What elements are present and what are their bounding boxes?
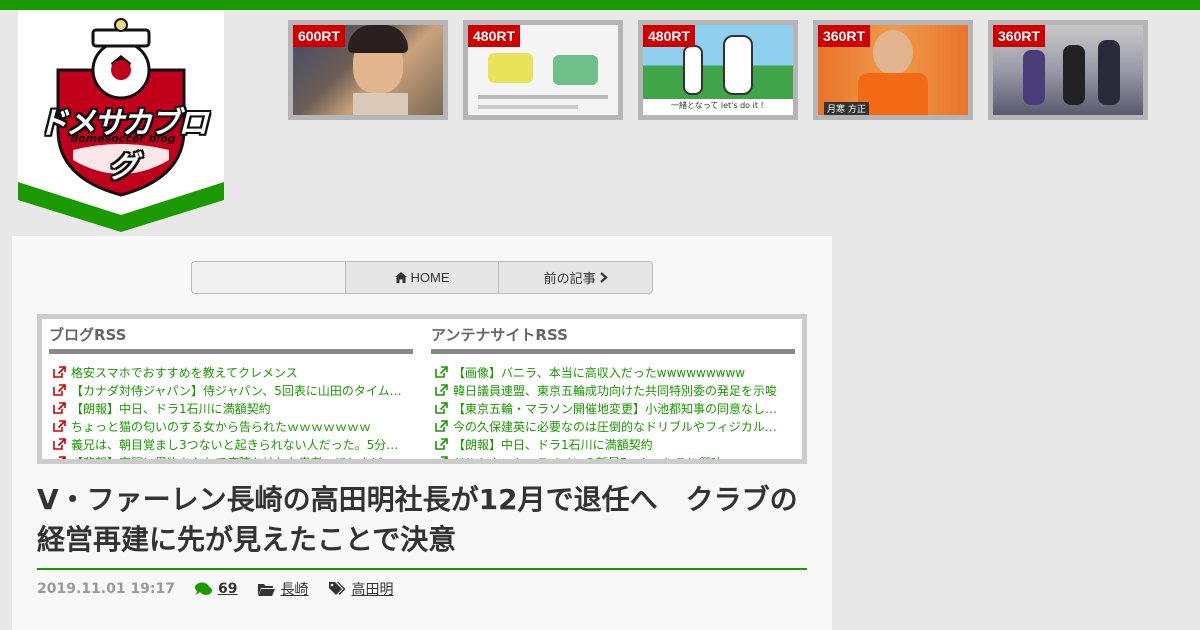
article-title: V・ファーレン長崎の高田明社長が12月で退任へ クラブの経営再建に先が見えたこと… <box>37 480 807 570</box>
rss-list-item[interactable]: 格安スマホでおすすめを教えてクレメンス <box>49 363 413 381</box>
rss-list-item[interactable]: 【画像】バニラ、本当に高収入だったwwwwwwwww <box>431 363 795 381</box>
chevron-right-icon <box>599 272 608 283</box>
rss-list-item[interactable]: 【カナダ対侍ジャパン】侍ジャパン、5回表に山田のタイム… <box>49 381 413 399</box>
antenna-rss-heading: アンテナサイトRSS <box>431 324 795 354</box>
external-link-icon <box>441 456 448 459</box>
external-link-icon <box>53 402 66 414</box>
thumbnail-2[interactable]: 480RT <box>463 20 623 120</box>
prev-article-button[interactable]: 前の記事 <box>499 262 652 293</box>
rss-list-item[interactable]: 【朗報】中日、ドラ1石川に満額契約 <box>49 399 413 417</box>
rss-item-title: 【朗報】中日、ドラ1石川に満額契約 <box>71 401 271 416</box>
external-link-icon <box>53 366 66 378</box>
rss-item-title: 【悲報】直腸に異物を入れて病院を訪れた患者、ほとんど… <box>71 455 395 464</box>
thumbnail-3[interactable]: 一緒となって let's do it ! 480RT <box>638 20 798 120</box>
antenna-rss-column: アンテナサイトRSS 【画像】バニラ、本当に高収入だったwwwwwwwww 韓日議… <box>431 324 795 464</box>
top-accent-bar <box>0 0 1200 10</box>
external-link-icon <box>53 420 66 432</box>
thumbnail-4[interactable]: 月寒 方正 360RT <box>813 20 973 120</box>
retweet-count-badge: 360RT <box>993 25 1046 47</box>
rss-list-item[interactable]: 【悲報】直腸に異物を入れて病院を訪れた患者、ほとんど… <box>49 453 413 464</box>
external-link-icon <box>435 366 448 378</box>
rss-item-title: 今の久保建英に必要なのは圧倒的なドリブルやフィジカル… <box>453 419 777 434</box>
rss-item-title: ドルトムント、スペインの新星F・トーレスに興味 <box>453 455 723 464</box>
rss-list-item[interactable]: ちょっと猫の匂いのする女から告られたｗｗｗｗｗｗｗ <box>49 417 413 435</box>
retweet-count-badge: 360RT <box>818 25 871 47</box>
site-logo[interactable]: ドメサカブログ domesoccer blog <box>18 10 224 232</box>
home-button[interactable]: HOME <box>345 262 500 293</box>
external-link-icon <box>53 384 66 396</box>
comment-count-link[interactable]: 69 <box>218 581 237 597</box>
external-link-icon <box>53 438 66 450</box>
external-link-icon <box>435 402 448 414</box>
rss-list-item[interactable]: ドルトムント、スペインの新星F・トーレスに興味 <box>431 453 795 464</box>
rss-item-title: 格安スマホでおすすめを教えてクレメンス <box>71 365 298 380</box>
rss-list-item[interactable]: 【朗報】中日、ドラ1石川に満額契約 <box>431 435 795 453</box>
blog-rss-heading: ブログRSS <box>49 324 413 354</box>
prev-article-label: 前の記事 <box>543 271 596 286</box>
post-date: 2019.11.01 19:17 <box>37 581 176 597</box>
blog-rss-list: 格安スマホでおすすめを教えてクレメンス【カナダ対侍ジャパン】侍ジャパン、5回表に… <box>49 363 413 464</box>
main-content: HOME 前の記事 ブログRSS 格安スマホでおすすめを教えてクレメンス【カナダ… <box>12 236 832 630</box>
retweet-count-badge: 600RT <box>293 25 346 47</box>
external-link-icon <box>435 384 448 396</box>
retweet-count-badge: 480RT <box>468 25 521 47</box>
thumbnail-5[interactable]: 360RT <box>988 20 1148 120</box>
external-link-icon <box>435 438 448 450</box>
rss-list-item[interactable]: 【東京五輪・マラソン開催地変更】小池都知事の同意なし… <box>431 399 795 417</box>
rss-list-item[interactable]: 義兄は、朝目覚まし3つないと起きられない人だった。5分… <box>49 435 413 453</box>
rss-box: ブログRSS 格安スマホでおすすめを教えてクレメンス【カナダ対侍ジャパン】侍ジャ… <box>37 314 807 464</box>
article-meta: 2019.11.01 19:17 69 長崎 高田明 <box>37 579 408 599</box>
rss-item-title: 韓日議員連盟、東京五輪成功向けた共同特別委の発足を示唆 <box>453 383 778 398</box>
tags-icon <box>328 582 345 595</box>
popular-thumbnails: 600RT 480RT 一緒となって let's do it ! 480RT 月… <box>288 20 1148 120</box>
thumbnail-1[interactable]: 600RT <box>288 20 448 120</box>
rss-item-title: 【朗報】中日、ドラ1石川に満額契約 <box>453 437 653 452</box>
blog-rss-column: ブログRSS 格安スマホでおすすめを教えてクレメンス【カナダ対侍ジャパン】侍ジャ… <box>49 324 413 464</box>
category-link[interactable]: 長崎 <box>281 579 309 599</box>
rss-item-title: 【画像】バニラ、本当に高収入だったwwwwwwwww <box>453 365 746 380</box>
thumbnail-caption: 一緒となって let's do it ! <box>671 101 764 110</box>
external-link-icon <box>59 456 66 459</box>
logo-subtitle: domesoccer blog <box>70 132 176 145</box>
thumbnail-caption: 月寒 方正 <box>824 102 869 115</box>
folder-icon <box>257 583 275 596</box>
rss-list-item[interactable]: 今の久保建英に必要なのは圧倒的なドリブルやフィジカル… <box>431 417 795 435</box>
home-icon <box>394 272 407 283</box>
antenna-rss-list: 【画像】バニラ、本当に高収入だったwwwwwwwww 韓日議員連盟、東京五輪成功向… <box>431 363 795 464</box>
article-nav: HOME 前の記事 <box>191 261 653 294</box>
external-link-icon <box>435 420 448 432</box>
retweet-count-badge: 480RT <box>643 25 696 47</box>
rss-item-title: ちょっと猫の匂いのする女から告られたｗｗｗｗｗｗｗ <box>71 419 372 434</box>
rss-item-title: 【カナダ対侍ジャパン】侍ジャパン、5回表に山田のタイム… <box>71 383 402 398</box>
home-label: HOME <box>410 270 450 285</box>
tag-link[interactable]: 高田明 <box>352 579 394 599</box>
rss-item-title: 【東京五輪・マラソン開催地変更】小池都知事の同意なし… <box>453 401 778 416</box>
rss-list-item[interactable]: 韓日議員連盟、東京五輪成功向けた共同特別委の発足を示唆 <box>431 381 795 399</box>
rss-item-title: 義兄は、朝目覚まし3つないと起きられない人だった。5分… <box>71 437 399 452</box>
next-article-button[interactable] <box>192 262 346 293</box>
comments-icon <box>195 582 213 595</box>
